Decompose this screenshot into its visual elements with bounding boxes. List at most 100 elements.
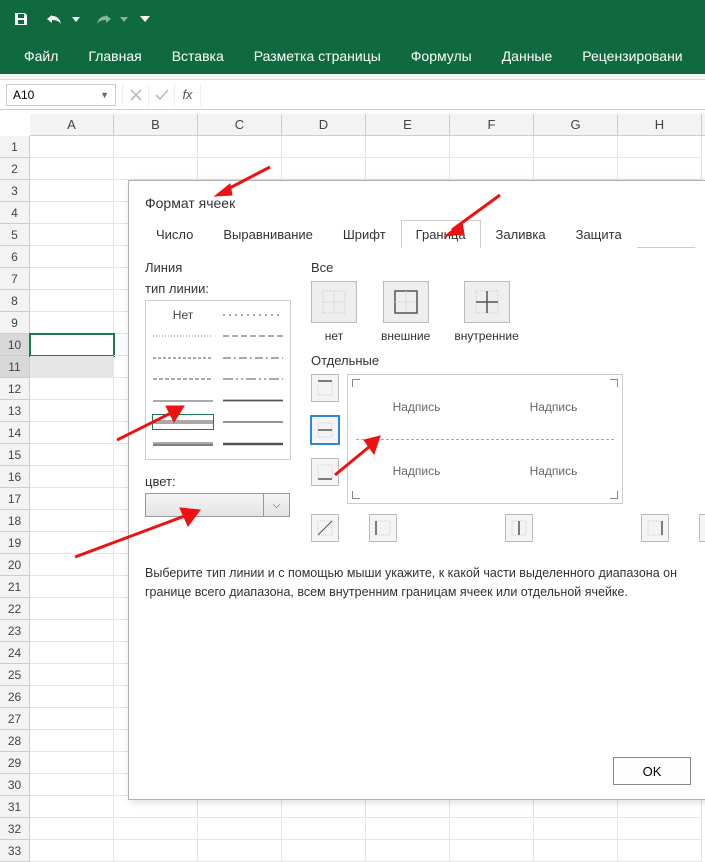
column-header[interactable]: B bbox=[114, 114, 198, 135]
row-header[interactable]: 10 bbox=[0, 334, 30, 356]
cell[interactable] bbox=[534, 818, 618, 840]
cell[interactable] bbox=[450, 840, 534, 862]
customize-qat-icon[interactable] bbox=[138, 6, 152, 32]
column-header[interactable]: H bbox=[618, 114, 702, 135]
column-header[interactable]: C bbox=[198, 114, 282, 135]
cell[interactable] bbox=[30, 312, 114, 334]
cell[interactable] bbox=[30, 642, 114, 664]
tab-data[interactable]: Данные bbox=[488, 38, 567, 74]
column-header[interactable]: A bbox=[30, 114, 114, 135]
enter-icon[interactable] bbox=[148, 84, 174, 106]
cell[interactable] bbox=[198, 158, 282, 180]
cell[interactable] bbox=[30, 224, 114, 246]
redo-dropdown-icon[interactable] bbox=[118, 6, 130, 32]
column-header[interactable]: E bbox=[366, 114, 450, 135]
row-header[interactable]: 17 bbox=[0, 488, 30, 510]
fx-icon[interactable]: fx bbox=[174, 84, 200, 106]
cell[interactable] bbox=[282, 158, 366, 180]
dialog-tab-2[interactable]: Шрифт bbox=[328, 220, 401, 248]
cell[interactable] bbox=[30, 598, 114, 620]
cell[interactable] bbox=[282, 818, 366, 840]
row-header[interactable]: 26 bbox=[0, 686, 30, 708]
preset-none-button[interactable] bbox=[311, 281, 357, 323]
dialog-tab-1[interactable]: Выравнивание bbox=[208, 220, 327, 248]
row-header[interactable]: 4 bbox=[0, 202, 30, 224]
line-style-10[interactable] bbox=[152, 414, 214, 430]
preset-outer-button[interactable] bbox=[383, 281, 429, 323]
cell[interactable] bbox=[534, 136, 618, 158]
line-style-9[interactable] bbox=[222, 393, 284, 409]
tab-insert[interactable]: Вставка bbox=[158, 38, 238, 74]
save-icon[interactable] bbox=[8, 6, 34, 32]
line-style-1[interactable] bbox=[222, 307, 284, 323]
row-header[interactable]: 9 bbox=[0, 312, 30, 334]
border-right-button[interactable] bbox=[641, 514, 669, 542]
cancel-icon[interactable] bbox=[122, 84, 148, 106]
cell[interactable] bbox=[30, 356, 114, 378]
cell[interactable] bbox=[366, 158, 450, 180]
row-header[interactable]: 6 bbox=[0, 246, 30, 268]
border-diag-up-button[interactable] bbox=[311, 514, 339, 542]
row-header[interactable]: 2 bbox=[0, 158, 30, 180]
row-header[interactable]: 29 bbox=[0, 752, 30, 774]
dialog-tab-5[interactable]: Защита bbox=[561, 220, 637, 248]
cell[interactable] bbox=[30, 554, 114, 576]
tab-home[interactable]: Главная bbox=[74, 38, 155, 74]
cell[interactable] bbox=[534, 840, 618, 862]
cell[interactable] bbox=[534, 158, 618, 180]
cell[interactable] bbox=[618, 840, 702, 862]
cell[interactable] bbox=[450, 818, 534, 840]
border-middle-h-button[interactable] bbox=[311, 416, 339, 444]
line-style-11[interactable] bbox=[222, 414, 284, 430]
column-header[interactable]: D bbox=[282, 114, 366, 135]
cell[interactable] bbox=[30, 664, 114, 686]
row-header[interactable]: 11 bbox=[0, 356, 30, 378]
cell[interactable] bbox=[114, 136, 198, 158]
cell[interactable] bbox=[30, 730, 114, 752]
cell[interactable] bbox=[30, 136, 114, 158]
color-selector[interactable]: ⌵ bbox=[145, 493, 290, 517]
cell[interactable] bbox=[30, 510, 114, 532]
cell[interactable] bbox=[618, 158, 702, 180]
formula-input[interactable] bbox=[200, 84, 705, 106]
cell[interactable] bbox=[30, 180, 114, 202]
border-top-button[interactable] bbox=[311, 374, 339, 402]
cell[interactable] bbox=[30, 686, 114, 708]
dialog-tab-0[interactable]: Число bbox=[141, 220, 208, 248]
row-header[interactable]: 25 bbox=[0, 664, 30, 686]
row-header[interactable]: 32 bbox=[0, 818, 30, 840]
cell[interactable] bbox=[30, 378, 114, 400]
preset-inner-button[interactable] bbox=[464, 281, 510, 323]
line-style-8[interactable] bbox=[152, 393, 214, 409]
row-header[interactable]: 30 bbox=[0, 774, 30, 796]
cell[interactable] bbox=[30, 444, 114, 466]
cell[interactable] bbox=[30, 576, 114, 598]
chevron-down-icon[interactable]: ▼ bbox=[100, 90, 109, 100]
cell[interactable] bbox=[114, 840, 198, 862]
cell[interactable] bbox=[618, 136, 702, 158]
cell[interactable] bbox=[30, 202, 114, 224]
line-style-7[interactable] bbox=[222, 371, 284, 387]
cell[interactable] bbox=[282, 840, 366, 862]
row-header[interactable]: 18 bbox=[0, 510, 30, 532]
line-style-3[interactable] bbox=[222, 328, 284, 344]
cell[interactable] bbox=[198, 818, 282, 840]
cell[interactable] bbox=[30, 774, 114, 796]
row-header[interactable]: 33 bbox=[0, 840, 30, 862]
line-style-12[interactable] bbox=[152, 436, 214, 452]
cell[interactable] bbox=[30, 466, 114, 488]
row-header[interactable]: 28 bbox=[0, 730, 30, 752]
row-header[interactable]: 12 bbox=[0, 378, 30, 400]
row-header[interactable]: 5 bbox=[0, 224, 30, 246]
cell[interactable] bbox=[618, 818, 702, 840]
line-style-4[interactable] bbox=[152, 350, 214, 366]
line-style-none[interactable]: Нет bbox=[152, 307, 214, 323]
tab-review[interactable]: Рецензировани bbox=[568, 38, 696, 74]
cell[interactable] bbox=[30, 796, 114, 818]
line-style-5[interactable] bbox=[222, 350, 284, 366]
name-box[interactable]: A10 ▼ bbox=[6, 84, 116, 106]
row-header[interactable]: 1 bbox=[0, 136, 30, 158]
row-header[interactable]: 27 bbox=[0, 708, 30, 730]
row-header[interactable]: 19 bbox=[0, 532, 30, 554]
row-header[interactable]: 14 bbox=[0, 422, 30, 444]
